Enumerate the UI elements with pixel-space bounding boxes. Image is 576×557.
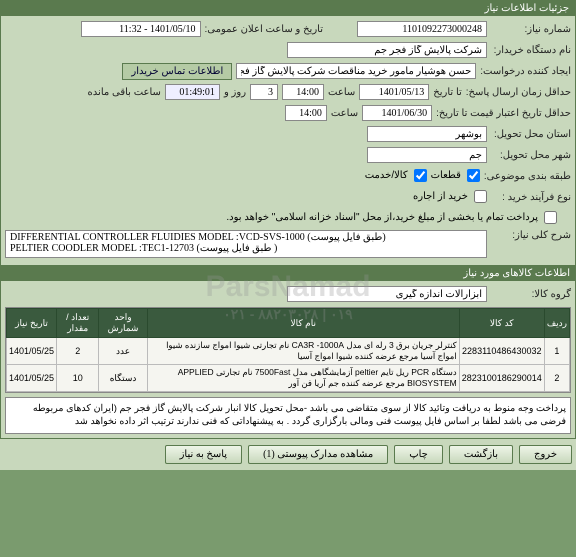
until-label: تا تاریخ [433, 87, 462, 98]
col-header: کد کالا [459, 309, 544, 338]
back-button[interactable]: بازگشت [449, 445, 513, 464]
buyer-label: نام دستگاه خریدار: [491, 45, 571, 56]
items-table: ردیفکد کالانام کالاواحد شمارشتعداد / مقد… [6, 308, 570, 392]
purchase-hire[interactable]: خرید از اجاره [413, 190, 487, 203]
group-input[interactable] [287, 286, 487, 302]
announce-label: تاریخ و ساعت اعلان عمومی: [205, 24, 324, 35]
info-panel: جزئیات اطلاعات نیاز شماره نیاز: تاریخ و … [0, 0, 576, 266]
exit-button[interactable]: خروج [519, 445, 572, 464]
city-input[interactable] [367, 147, 487, 163]
requester-input[interactable] [236, 63, 476, 79]
need-no-label: شماره نیاز: [491, 24, 571, 35]
validity-time-input[interactable] [285, 105, 327, 121]
remain-label: ساعت باقی مانده [88, 87, 161, 98]
days-label: روز و [224, 87, 246, 98]
col-header: واحد شمارش [99, 309, 147, 338]
pay-note-check[interactable]: پرداخت تمام یا بخشی از مبلغ خرید،از محل … [226, 211, 557, 224]
validity-label: حداقل تاریخ اعتبار قیمت تا تاریخ: [436, 108, 571, 119]
deadline-date-input[interactable] [359, 84, 429, 100]
col-header: تاریخ نیاز [7, 309, 57, 338]
deadline-time-input[interactable] [282, 84, 324, 100]
validity-date-input[interactable] [362, 105, 432, 121]
docs-button[interactable]: مشاهده مدارک پیوستی (1) [248, 445, 388, 464]
requester-label: ایجاد کننده درخواست: [480, 66, 571, 77]
desc-label: شرح کلی نیاز: [491, 230, 571, 241]
deadline-label: حداقل زمان ارسال پاسخ: [466, 87, 571, 98]
buyer-input[interactable] [287, 42, 487, 58]
items-panel: گروه کالا: ردیفکد کالانام کالاواحد شمارش… [0, 281, 576, 439]
col-header: ردیف [544, 309, 569, 338]
category-parts[interactable]: قطعات [431, 169, 480, 182]
remain-time-input [165, 84, 220, 100]
button-bar: خروج بازگشت چاپ مشاهده مدارک پیوستی (1) … [0, 439, 576, 470]
items-panel-title: اطلاعات کالاهای مورد نیاز [0, 266, 576, 281]
announce-input[interactable] [81, 21, 201, 37]
time-label-1: ساعت [328, 87, 355, 98]
desc-textarea[interactable] [5, 230, 487, 258]
contact-buyer-button[interactable]: اطلاعات تماس خریدار [122, 63, 232, 80]
time-label-2: ساعت [331, 108, 358, 119]
city-label: شهر محل تحویل: [491, 150, 571, 161]
province-input[interactable] [367, 126, 487, 142]
col-header: تعداد / مقدار [57, 309, 99, 338]
group-label: گروه کالا: [491, 289, 571, 300]
table-row[interactable]: 12283110486430032کنترلر جریان برق 3 رله … [7, 338, 570, 365]
notes-box: پرداخت وجه منوط به دریافت وتائید کالا از… [5, 397, 571, 434]
province-label: استان محل تحویل: [491, 129, 571, 140]
items-table-wrap: ردیفکد کالانام کالاواحد شمارشتعداد / مقد… [5, 307, 571, 393]
need-no-input[interactable] [357, 21, 487, 37]
category-goods[interactable]: کالا/خدمت [365, 169, 427, 182]
days-input[interactable] [250, 84, 278, 100]
purchase-type-label: نوع فرآیند خرید : [491, 192, 571, 203]
reply-button[interactable]: پاسخ به نیاز [165, 445, 243, 464]
info-panel-title: جزئیات اطلاعات نیاز [1, 1, 575, 16]
col-header: نام کالا [147, 309, 459, 338]
category-label: طبقه بندی موضوعی: [484, 171, 571, 182]
table-row[interactable]: 22823100186290014دستگاه PCR ریل تایم pel… [7, 365, 570, 392]
print-button[interactable]: چاپ [394, 445, 443, 464]
